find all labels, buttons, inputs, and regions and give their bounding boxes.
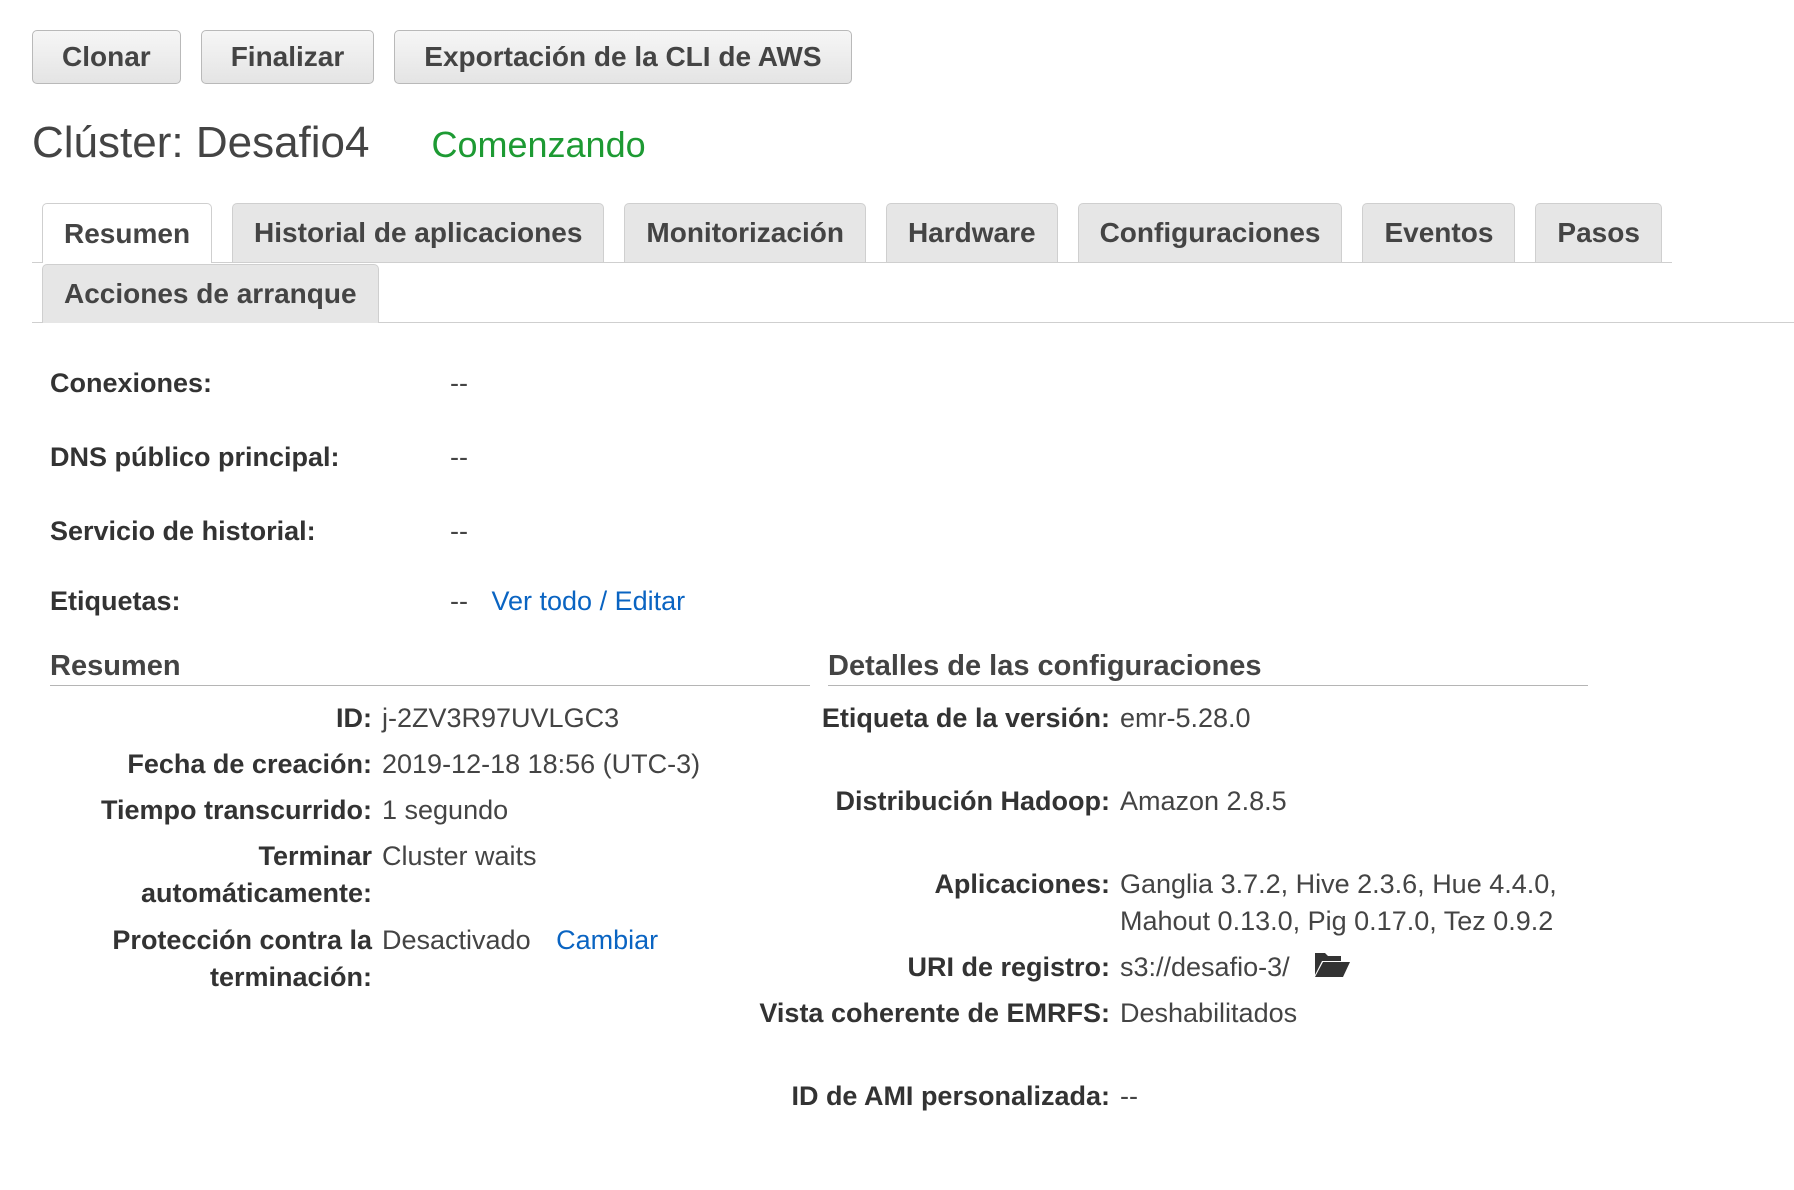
cluster-page: Clonar Finalizar Exportación de la CLI d…	[0, 0, 1794, 1190]
config-log-uri-value: s3://desafio-3/	[1120, 952, 1290, 983]
config-hadoop-value: Amazon 2.8.5	[1120, 786, 1287, 816]
tags-value: --	[450, 586, 468, 616]
summary-termination-protection-label: Protección contra la terminación:	[112, 925, 372, 992]
summary-elapsed-label: Tiempo transcurrido:	[100, 795, 372, 825]
summary-elapsed-value: 1 segundo	[382, 795, 509, 825]
config-emrfs-row: Vista coherente de EMRFS: Deshabilitados	[724, 995, 1297, 1032]
config-hadoop-label: Distribución Hadoop:	[835, 786, 1110, 816]
tab-bar-row2: Acciones de arranque	[42, 264, 379, 323]
config-heading: Detalles de las configuraciones	[828, 650, 1588, 686]
tab-bar: Resumen Historial de aplicaciones Monito…	[42, 203, 1662, 263]
tab-application-history[interactable]: Historial de aplicaciones	[232, 203, 605, 262]
config-custom-ami-value: --	[1120, 1081, 1138, 1111]
tab-bootstrap-actions[interactable]: Acciones de arranque	[42, 264, 379, 323]
tab-monitoring[interactable]: Monitorización	[624, 203, 866, 262]
summary-auto-terminate-value: Cluster waits	[382, 841, 537, 871]
summary-heading: Resumen	[50, 650, 810, 686]
change-termination-protection-link[interactable]: Cambiar	[556, 925, 658, 955]
connections-value: --	[450, 368, 468, 398]
summary-id-value: j-2ZV3R97UVLGC3	[382, 703, 620, 733]
summary-termination-protection-value: Desactivado	[382, 925, 531, 955]
aws-cli-export-button[interactable]: Exportación de la CLI de AWS	[394, 30, 852, 84]
config-release-label: Etiqueta de la versión:	[821, 703, 1110, 733]
cluster-status: Comenzando	[431, 124, 646, 165]
summary-id-label: ID:	[336, 703, 372, 733]
summary-auto-terminate-label: Terminar automáticamente:	[140, 841, 372, 908]
history-service-value: --	[450, 516, 468, 546]
config-emrfs-label: Vista coherente de EMRFS:	[759, 998, 1110, 1028]
config-custom-ami-label: ID de AMI personalizada:	[791, 1081, 1110, 1111]
config-release-row: Etiqueta de la versión: emr-5.28.0	[724, 700, 1251, 737]
config-applications-label: Aplicaciones:	[934, 869, 1110, 899]
toolbar: Clonar Finalizar Exportación de la CLI d…	[32, 30, 852, 84]
summary-elapsed-row: Tiempo transcurrido: 1 segundo	[40, 792, 508, 829]
summary-created-row: Fecha de creación: 2019-12-18 18:56 (UTC…	[40, 746, 700, 783]
connections-label: Conexiones:	[50, 368, 213, 398]
config-custom-ami-row: ID de AMI personalizada: --	[724, 1078, 1138, 1115]
folder-open-icon[interactable]	[1313, 949, 1351, 989]
config-emrfs-value: Deshabilitados	[1120, 998, 1298, 1028]
tags-value-row: -- Ver todo / Editar	[450, 586, 685, 617]
page-title: Clúster: Desafio4	[32, 118, 370, 167]
master-dns-label: DNS público principal:	[50, 442, 340, 472]
tab-events[interactable]: Eventos	[1362, 203, 1516, 262]
summary-created-value: 2019-12-18 18:56 (UTC-3)	[382, 749, 701, 779]
config-hadoop-row: Distribución Hadoop: Amazon 2.8.5	[724, 783, 1287, 820]
tab-summary[interactable]: Resumen	[42, 203, 213, 263]
view-edit-tags-link[interactable]: Ver todo / Editar	[492, 586, 686, 616]
summary-created-label: Fecha de creación:	[127, 749, 372, 779]
terminate-button[interactable]: Finalizar	[200, 30, 375, 84]
config-applications-row: Aplicaciones: Ganglia 3.7.2, Hive 2.3.6,…	[724, 866, 1580, 940]
history-service-label: Servicio de historial:	[50, 516, 316, 546]
config-applications-value: Ganglia 3.7.2, Hive 2.3.6, Hue 4.4.0, Ma…	[1120, 869, 1557, 936]
title-row: Clúster: Desafio4 Comenzando	[32, 118, 646, 168]
config-log-uri-label: URI de registro:	[907, 952, 1110, 982]
summary-termination-protection-row: Protección contra la terminación: Desact…	[40, 922, 658, 996]
master-dns-value: --	[450, 442, 468, 472]
config-log-uri-value-row: s3://desafio-3/	[1120, 949, 1351, 989]
tab-configurations[interactable]: Configuraciones	[1077, 203, 1343, 262]
tab-steps[interactable]: Pasos	[1535, 203, 1662, 262]
config-release-value: emr-5.28.0	[1120, 703, 1251, 733]
summary-auto-terminate-row: Terminar automáticamente: Cluster waits	[40, 838, 537, 912]
tab-hardware[interactable]: Hardware	[885, 203, 1058, 262]
config-log-uri-row: URI de registro: s3://desafio-3/	[724, 949, 1351, 989]
summary-termination-protection-value-row: Desactivado Cambiar	[382, 922, 658, 996]
clone-button[interactable]: Clonar	[32, 30, 181, 84]
summary-id-row: ID: j-2ZV3R97UVLGC3	[40, 700, 619, 737]
tags-label: Etiquetas:	[50, 586, 181, 616]
